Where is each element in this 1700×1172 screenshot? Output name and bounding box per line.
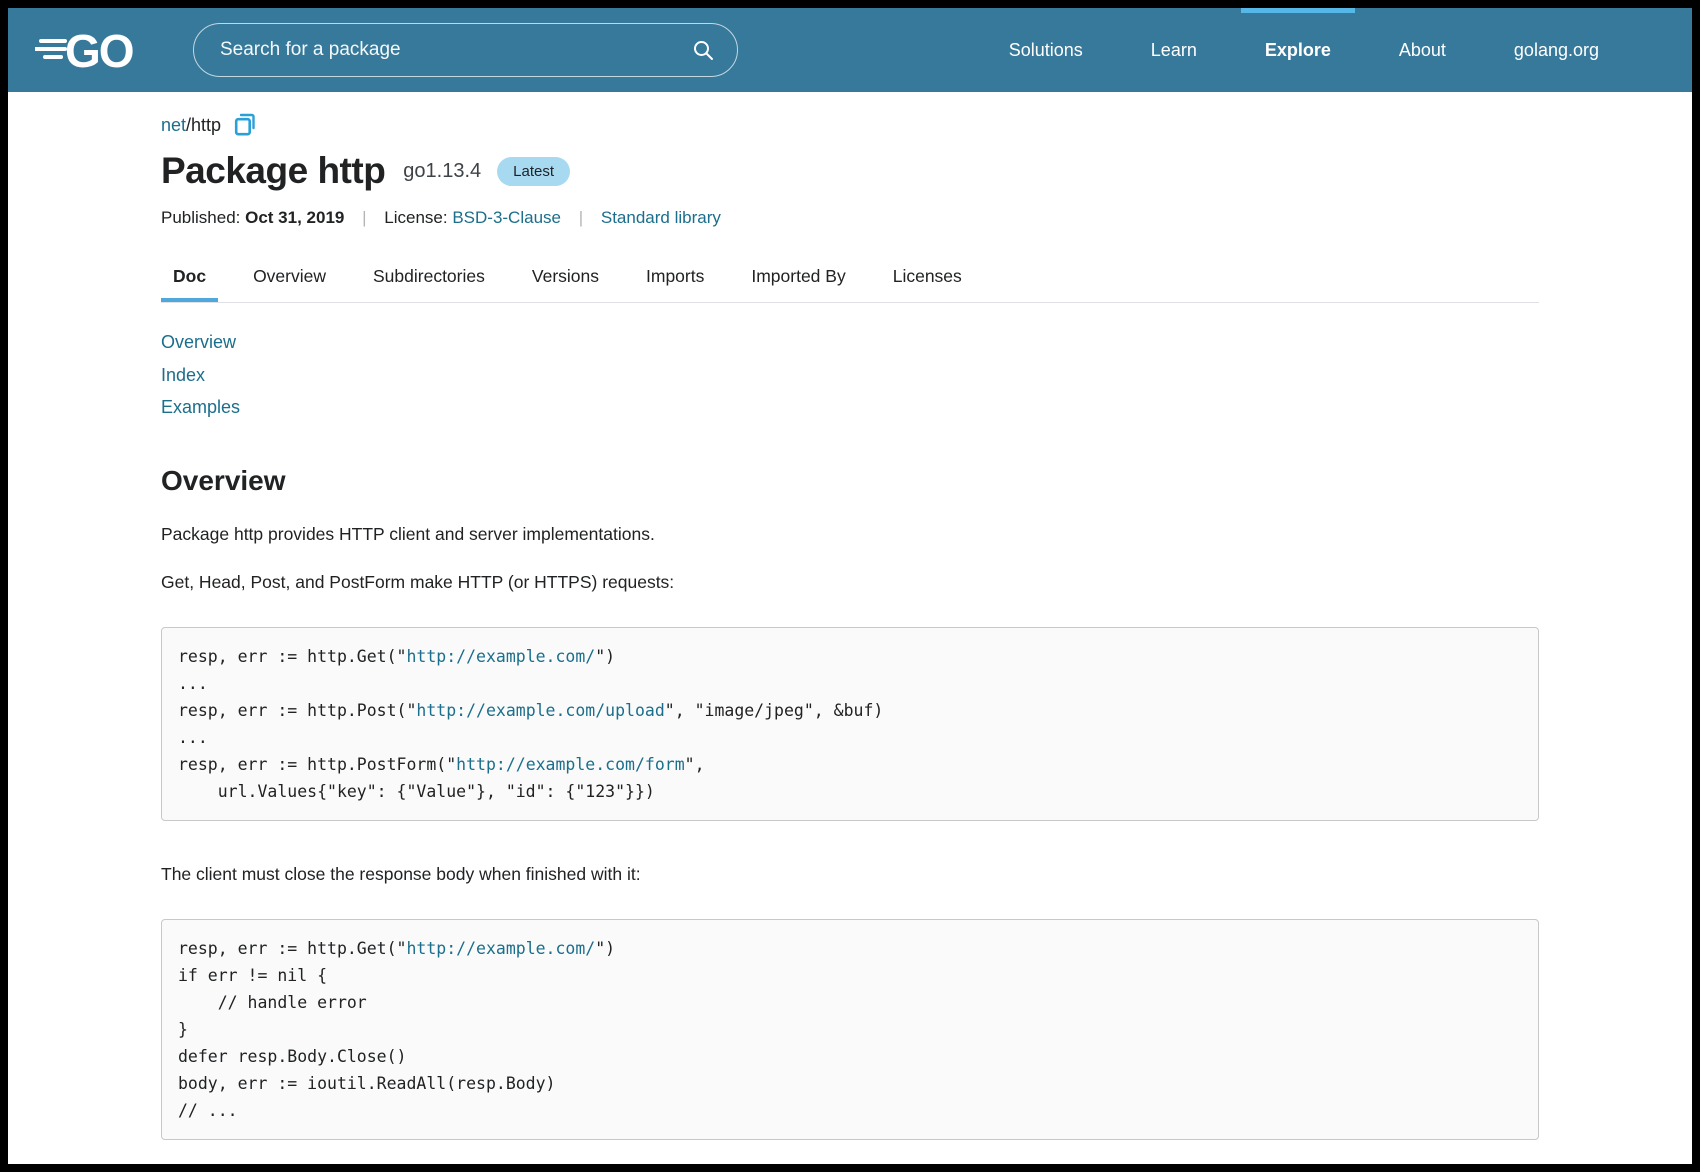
code-url-link[interactable]: http://example.com/: [406, 939, 595, 958]
code-example-response-body: resp, err := http.Get("http://example.co…: [161, 919, 1539, 1140]
meta-separator: |: [566, 208, 596, 227]
svg-text:GO: GO: [65, 25, 133, 77]
tab-bar: Doc Overview Subdirectories Versions Imports…: [161, 254, 1539, 303]
toc-item: Overview: [161, 327, 1539, 360]
code-url-link[interactable]: http://example.com/: [406, 647, 595, 666]
toc-item: Index: [161, 360, 1539, 393]
toc-item: Examples: [161, 392, 1539, 425]
search-input[interactable]: [218, 38, 687, 62]
code-example-requests: resp, err := http.Get("http://example.co…: [161, 627, 1539, 821]
nav-item-about[interactable]: About: [1375, 8, 1470, 92]
toc-link-overview[interactable]: Overview: [161, 332, 236, 352]
search-form: [193, 23, 738, 77]
published-label: Published:: [161, 208, 240, 227]
overview-paragraph-2: Get, Head, Post, and PostForm make HTTP …: [161, 571, 1539, 593]
title-row: Package http go1.13.4 Latest: [161, 150, 1539, 192]
published-date: Oct 31, 2019: [245, 208, 344, 227]
package-page: net/http Package http go1.13.4 Latest Pu…: [161, 92, 1539, 1140]
standard-library-link[interactable]: Standard library: [601, 208, 721, 227]
breadcrumb-link-net[interactable]: net: [161, 115, 186, 136]
overview-heading: Overview: [161, 465, 1539, 497]
license-link[interactable]: BSD-3-Clause: [452, 208, 561, 227]
doc-toc: Overview Index Examples: [161, 327, 1539, 425]
nav-item-learn[interactable]: Learn: [1127, 8, 1221, 92]
nav-item-golang-org[interactable]: golang.org: [1490, 8, 1623, 92]
tab-subdirectories[interactable]: Subdirectories: [361, 254, 497, 302]
go-logo-icon: GO: [35, 22, 143, 78]
overview-paragraph-1: Package http provides HTTP client and se…: [161, 523, 1539, 545]
code-url-link[interactable]: http://example.com/upload: [416, 701, 664, 720]
breadcrumb: net/http: [161, 92, 1539, 138]
page-title: Package http: [161, 150, 385, 192]
latest-badge[interactable]: Latest: [497, 157, 570, 186]
search-icon: [691, 38, 715, 62]
package-meta: Published: Oct 31, 2019 | License: BSD-3…: [161, 208, 1539, 228]
nav-item-explore[interactable]: Explore: [1241, 8, 1355, 92]
breadcrumb-current: /http: [186, 115, 221, 136]
tab-licenses[interactable]: Licenses: [881, 254, 974, 302]
toc-link-index[interactable]: Index: [161, 365, 205, 385]
site-header: GO SolutionsLearnExploreAboutgolang.org: [8, 8, 1692, 92]
search-button[interactable]: [687, 34, 719, 66]
main-nav: SolutionsLearnExploreAboutgolang.org: [985, 8, 1623, 92]
tab-doc[interactable]: Doc: [161, 254, 218, 302]
copy-path-button[interactable]: [233, 112, 257, 138]
go-logo[interactable]: GO: [35, 8, 143, 92]
nav-item-solutions[interactable]: Solutions: [985, 8, 1107, 92]
copy-icon: [233, 112, 257, 138]
meta-separator: |: [349, 208, 379, 227]
license-label: License:: [384, 208, 447, 227]
tab-imported-by[interactable]: Imported By: [739, 254, 857, 302]
toc-link-examples[interactable]: Examples: [161, 397, 240, 417]
tab-overview[interactable]: Overview: [241, 254, 338, 302]
code-url-link[interactable]: http://example.com/form: [456, 755, 684, 774]
version-label: go1.13.4: [403, 160, 481, 183]
tab-imports[interactable]: Imports: [634, 254, 716, 302]
overview-paragraph-3: The client must close the response body …: [161, 863, 1539, 885]
tab-versions[interactable]: Versions: [520, 254, 611, 302]
